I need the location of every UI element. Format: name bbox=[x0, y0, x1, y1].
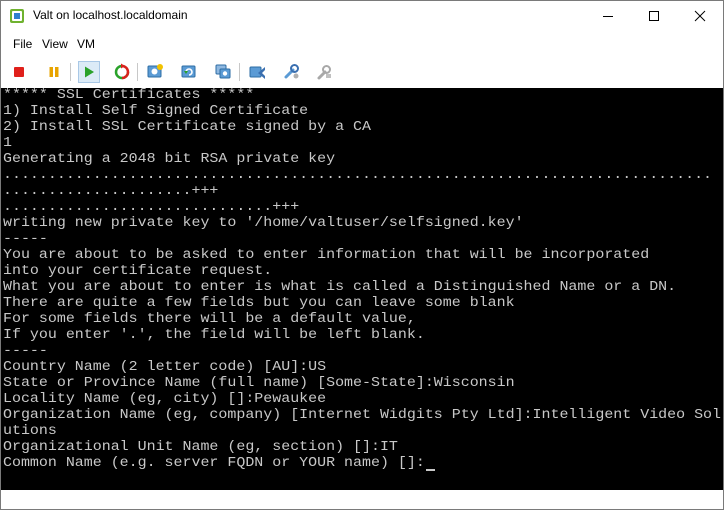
toolbar bbox=[1, 57, 723, 87]
play-icon bbox=[85, 66, 94, 78]
vm-settings-button[interactable] bbox=[280, 61, 302, 83]
maximize-button[interactable] bbox=[631, 1, 677, 31]
power-on-button[interactable] bbox=[78, 61, 100, 83]
send-keys-icon bbox=[249, 66, 265, 79]
vm-console-window: Valt on localhost.localdomain File View … bbox=[0, 0, 724, 510]
console-line: into your certificate request. bbox=[3, 264, 273, 279]
pause-icon bbox=[49, 67, 59, 77]
maximize-icon bbox=[649, 11, 659, 21]
tools-disabled-icon bbox=[317, 65, 331, 80]
toolbar-separator bbox=[239, 63, 240, 81]
vm-tools-button[interactable] bbox=[313, 61, 335, 83]
toolbar-separator bbox=[70, 63, 71, 81]
reset-button[interactable] bbox=[111, 61, 133, 83]
menu-view[interactable]: View bbox=[42, 37, 68, 51]
power-off-button[interactable] bbox=[8, 61, 30, 83]
console-line: If you enter '.', the field will be left… bbox=[3, 328, 425, 343]
take-snapshot-button[interactable] bbox=[144, 61, 166, 83]
console-line: writing new private key to '/home/valtus… bbox=[3, 216, 524, 231]
title-bar[interactable]: Valt on localhost.localdomain bbox=[1, 1, 723, 31]
console-line: There are quite a few fields but you can… bbox=[3, 296, 515, 311]
close-button[interactable] bbox=[677, 1, 723, 31]
menu-bar: File View VM bbox=[1, 34, 723, 54]
send-ctrl-alt-del-button[interactable] bbox=[246, 61, 268, 83]
text-cursor bbox=[426, 469, 435, 471]
console-line: You are about to be asked to enter infor… bbox=[3, 248, 650, 263]
reset-icon bbox=[114, 63, 130, 80]
console-prompt-line: Common Name (e.g. server FQDN or YOUR na… bbox=[3, 456, 425, 471]
console-line: ..............................+++ bbox=[3, 200, 300, 215]
menu-vm[interactable]: VM bbox=[77, 37, 95, 51]
console-line: Locality Name (eg, city) []:Pewaukee bbox=[3, 392, 327, 407]
revert-snapshot-button[interactable] bbox=[178, 61, 200, 83]
console-line: State or Province Name (full name) [Some… bbox=[3, 376, 515, 391]
console-line: Organization Name (eg, company) [Interne… bbox=[3, 408, 722, 423]
console-line: ***** SSL Certificates ***** bbox=[3, 88, 255, 103]
console-line: What you are about to enter is what is c… bbox=[3, 280, 677, 295]
suspend-button[interactable] bbox=[43, 61, 65, 83]
minimize-button[interactable] bbox=[585, 1, 631, 31]
console-line: Organizational Unit Name (eg, section) [… bbox=[3, 440, 398, 455]
console-line: For some fields there will be a default … bbox=[3, 312, 416, 327]
snapshot-revert-icon bbox=[181, 65, 196, 78]
console-line: .....................+++ bbox=[3, 184, 219, 199]
vm-app-icon bbox=[9, 8, 25, 24]
console-line: Country Name (2 letter code) [AU]:US bbox=[3, 360, 327, 375]
window-title: Valt on localhost.localdomain bbox=[33, 8, 188, 22]
stop-icon bbox=[14, 67, 24, 77]
console-line: Generating a 2048 bit RSA private key bbox=[3, 152, 336, 167]
snapshot-manager-button[interactable] bbox=[212, 61, 234, 83]
console-line: 2) Install SSL Certificate signed by a C… bbox=[3, 120, 371, 135]
toolbar-separator bbox=[137, 63, 138, 81]
console-line: ........................................… bbox=[3, 168, 713, 183]
console-line: 1 bbox=[3, 136, 12, 151]
vm-console-screen[interactable]: ***** SSL Certificates ***** 1) Install … bbox=[1, 88, 723, 490]
settings-wrench-icon bbox=[284, 64, 299, 79]
console-line: ----- bbox=[3, 232, 48, 247]
minimize-icon bbox=[603, 16, 613, 17]
console-line: ----- bbox=[3, 344, 48, 359]
menu-file[interactable]: File bbox=[13, 37, 32, 51]
console-line: utions bbox=[3, 424, 57, 439]
snapshot-take-icon bbox=[147, 64, 163, 78]
snapshot-manager-icon bbox=[215, 64, 231, 79]
console-line: 1) Install Self Signed Certificate bbox=[3, 104, 309, 119]
close-icon bbox=[694, 10, 706, 22]
